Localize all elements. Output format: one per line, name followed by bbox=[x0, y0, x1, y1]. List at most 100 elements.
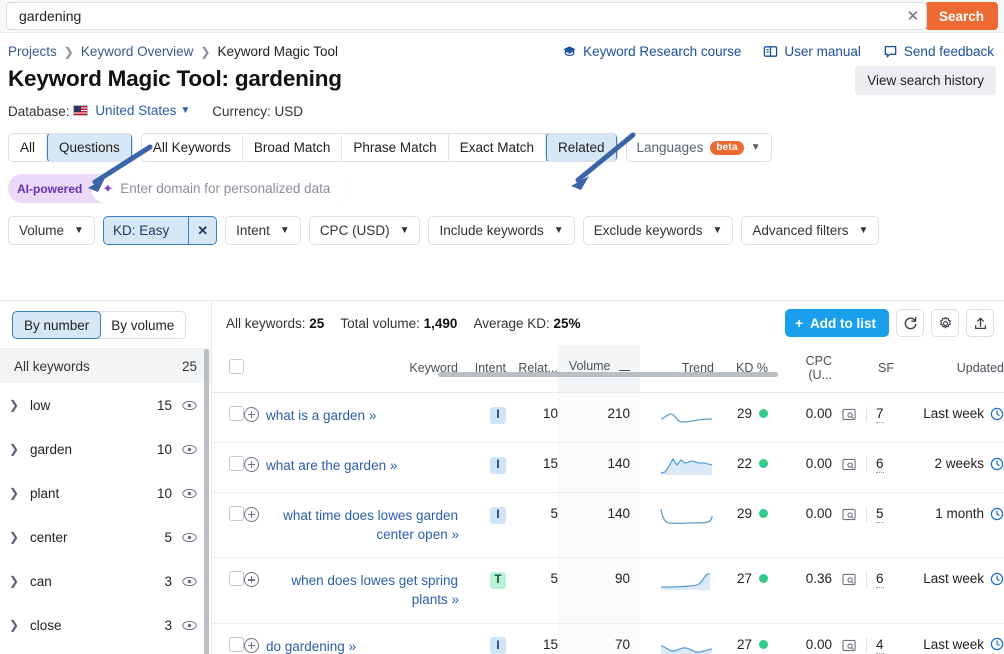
export-button[interactable] bbox=[966, 309, 994, 337]
filter-row: Volume ▼ KD: Easy ✕ Intent ▼ CPC (USD) ▼… bbox=[0, 203, 1004, 245]
search-button[interactable]: Search bbox=[924, 2, 998, 30]
column-keyword[interactable]: Keyword bbox=[244, 345, 458, 393]
filter-intent[interactable]: Intent ▼ bbox=[225, 216, 301, 245]
search-input[interactable]: gardening ✕ bbox=[6, 2, 927, 30]
eye-icon[interactable] bbox=[182, 488, 197, 499]
serp-features-icon[interactable] bbox=[842, 639, 857, 652]
breadcrumb-item-keyword-overview[interactable]: Keyword Overview bbox=[81, 44, 194, 59]
keyword-link[interactable]: do gardening » bbox=[266, 637, 356, 654]
close-icon[interactable]: ✕ bbox=[900, 9, 926, 24]
keyword-link[interactable]: what is a garden » bbox=[266, 406, 376, 425]
select-all-header bbox=[212, 345, 244, 393]
tab-related[interactable]: Related bbox=[545, 134, 617, 161]
serp-features-icon[interactable] bbox=[842, 508, 857, 521]
column-updated[interactable]: Updated bbox=[894, 345, 1004, 393]
sidebar-all-keywords-row[interactable]: All keywords 25 bbox=[0, 348, 211, 383]
toggle-by-volume[interactable]: By volume bbox=[100, 312, 185, 338]
user-manual-link[interactable]: User manual bbox=[763, 44, 861, 59]
column-intent[interactable]: Intent bbox=[458, 345, 506, 393]
add-keyword-icon[interactable] bbox=[244, 457, 259, 472]
filter-advanced-label: Advanced filters bbox=[752, 223, 849, 238]
tab-broad-match[interactable]: Broad Match bbox=[243, 134, 343, 161]
table-row[interactable]: what are the garden » I 15 140 22 0.00 6… bbox=[212, 442, 1004, 493]
select-all-checkbox[interactable] bbox=[229, 359, 244, 374]
group-item-low[interactable]: ❯ low 15 bbox=[0, 383, 211, 427]
add-keyword-icon[interactable] bbox=[244, 572, 259, 588]
group-item-center[interactable]: ❯ center 5 bbox=[0, 515, 211, 559]
add-keyword-icon[interactable] bbox=[244, 507, 259, 522]
eye-icon[interactable] bbox=[182, 576, 197, 587]
table-horizontal-scrollbar[interactable] bbox=[438, 372, 778, 377]
match-tab-group: All Questions bbox=[8, 133, 133, 162]
refresh-icon[interactable] bbox=[990, 572, 1004, 586]
ai-domain-input[interactable]: ✦ Enter domain for personalized data bbox=[91, 174, 349, 203]
group-item-close[interactable]: ❯ close 3 bbox=[0, 603, 211, 647]
keyword-link[interactable]: when does lowes get spring plants » bbox=[266, 571, 459, 609]
tab-all-keywords[interactable]: All Keywords bbox=[142, 134, 243, 161]
keyword-research-course-link[interactable]: Keyword Research course bbox=[562, 44, 741, 59]
currency-label: Currency: USD bbox=[212, 103, 304, 119]
group-item-plant[interactable]: ❯ plant 10 bbox=[0, 471, 211, 515]
group-item-can[interactable]: ❯ can 3 bbox=[0, 559, 211, 603]
updated-text: Last week bbox=[923, 406, 984, 421]
add-to-list-button[interactable]: + Add to list bbox=[785, 309, 889, 337]
tab-phrase-match[interactable]: Phrase Match bbox=[342, 134, 449, 161]
column-volume[interactable]: Volume bbox=[558, 345, 640, 393]
tab-all[interactable]: All bbox=[9, 134, 48, 161]
column-trend[interactable]: Trend bbox=[640, 345, 714, 393]
add-keyword-icon[interactable] bbox=[244, 637, 259, 653]
tab-questions[interactable]: Questions bbox=[47, 134, 132, 161]
serp-features-icon[interactable] bbox=[842, 573, 857, 586]
filter-cpc[interactable]: CPC (USD) ▼ bbox=[308, 216, 421, 245]
filter-kd[interactable]: KD: Easy ✕ bbox=[102, 216, 218, 245]
keyword-link[interactable]: what time does lowes garden center open … bbox=[266, 506, 459, 544]
intent-badge: I bbox=[490, 456, 506, 474]
tab-exact-match[interactable]: Exact Match bbox=[449, 134, 546, 161]
languages-dropdown[interactable]: Languages beta ▼ bbox=[625, 133, 772, 162]
table-row[interactable]: what time does lowes garden center open … bbox=[212, 492, 1004, 559]
page-title: Keyword Magic Tool: gardening bbox=[8, 66, 342, 92]
eye-icon[interactable] bbox=[182, 444, 197, 455]
column-sf[interactable]: SF bbox=[832, 345, 894, 393]
row-checkbox[interactable] bbox=[229, 456, 244, 471]
row-checkbox[interactable] bbox=[229, 406, 244, 421]
settings-button[interactable] bbox=[931, 309, 959, 337]
refresh-button[interactable] bbox=[896, 309, 924, 337]
column-kd[interactable]: KD % bbox=[714, 345, 770, 393]
filter-kd-clear-icon[interactable]: ✕ bbox=[188, 217, 216, 244]
column-volume-label: Volume bbox=[568, 359, 611, 373]
filter-exclude-keywords[interactable]: Exclude keywords ▼ bbox=[582, 216, 734, 245]
database-selector[interactable]: United States ▼ bbox=[73, 103, 190, 118]
column-cpc[interactable]: CPC (U... bbox=[770, 345, 832, 393]
eye-icon[interactable] bbox=[182, 620, 197, 631]
add-keyword-icon[interactable] bbox=[244, 407, 259, 422]
refresh-icon[interactable] bbox=[990, 637, 1004, 651]
refresh-icon[interactable] bbox=[990, 407, 1004, 421]
breadcrumb-item-projects[interactable]: Projects bbox=[8, 44, 57, 59]
row-checkbox[interactable] bbox=[229, 636, 244, 652]
eye-icon[interactable] bbox=[182, 400, 197, 411]
table-row[interactable]: what is a garden » I 10 210 29 0.00 7 La… bbox=[212, 392, 1004, 443]
filter-volume[interactable]: Volume ▼ bbox=[8, 216, 95, 245]
toggle-by-number[interactable]: By number bbox=[12, 311, 102, 339]
table-row[interactable]: when does lowes get spring plants » T 5 … bbox=[212, 557, 1004, 624]
column-relate[interactable]: Relat... bbox=[506, 345, 558, 393]
keyword-link[interactable]: what are the garden » bbox=[266, 456, 397, 475]
send-feedback-link[interactable]: Send feedback bbox=[883, 44, 994, 59]
group-item-garden[interactable]: ❯ garden 10 bbox=[0, 427, 211, 471]
view-search-history-button[interactable]: View search history bbox=[855, 66, 996, 95]
serp-features-icon[interactable] bbox=[842, 408, 857, 421]
database-label: Database: bbox=[8, 104, 70, 119]
refresh-icon[interactable] bbox=[990, 457, 1004, 471]
filter-exclude-keywords-label: Exclude keywords bbox=[593, 223, 703, 238]
keyword-text: what are the garden bbox=[266, 458, 387, 473]
eye-icon[interactable] bbox=[182, 532, 197, 543]
table-row[interactable]: do gardening » I 15 70 27 0.00 4 Last we… bbox=[212, 623, 1004, 654]
serp-features-icon[interactable] bbox=[842, 458, 857, 471]
row-checkbox[interactable] bbox=[229, 506, 244, 521]
filter-advanced[interactable]: Advanced filters ▼ bbox=[741, 216, 880, 245]
row-checkbox[interactable] bbox=[229, 571, 244, 587]
filter-include-keywords[interactable]: Include keywords ▼ bbox=[428, 216, 575, 245]
sidebar-scrollbar[interactable] bbox=[204, 349, 209, 654]
refresh-icon[interactable] bbox=[990, 507, 1004, 521]
